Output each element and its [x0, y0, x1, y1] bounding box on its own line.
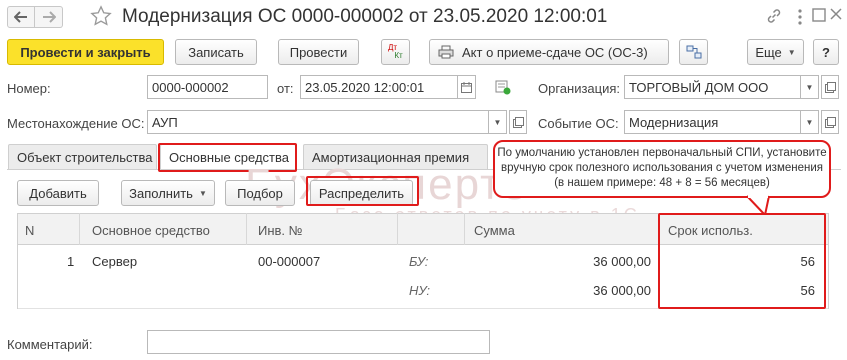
maximize-icon[interactable] — [812, 8, 828, 24]
row-asset-name: Сервер — [92, 254, 138, 269]
column-header-inv[interactable]: Инв. № — [258, 223, 303, 238]
row-term-nu[interactable]: 56 — [801, 283, 815, 298]
callout-line-3: (в нашем примере: 48 + 8 = 56 месяцев) — [554, 177, 770, 189]
open-window-icon — [512, 116, 524, 128]
event-label: Событие ОС: — [538, 116, 619, 131]
act-os3-button[interactable]: Акт о приеме-сдаче ОС (ОС-3) — [429, 39, 669, 65]
event-field[interactable]: Модернизация — [624, 110, 801, 134]
fill-button[interactable]: Заполнить ▼ — [121, 180, 215, 206]
column-header-asset[interactable]: Основное средство — [92, 223, 210, 238]
kebab-menu-icon[interactable] — [797, 8, 805, 26]
organization-dropdown-button[interactable]: ▼ — [801, 75, 819, 99]
structure-icon — [686, 45, 701, 59]
column-header-term[interactable]: Срок использ. — [668, 223, 753, 238]
column-divider — [464, 213, 465, 245]
number-label: Номер: — [7, 81, 51, 96]
chevron-down-icon: ▼ — [805, 82, 814, 92]
tab-fixed-assets[interactable]: Основные средства — [160, 144, 296, 169]
more-label: Еще — [755, 44, 782, 60]
dtkt-button[interactable]: Дт Кт — [381, 39, 410, 65]
row-inventory-number: 00-000007 — [258, 254, 321, 269]
column-divider — [659, 213, 660, 245]
arrow-right-icon — [42, 11, 56, 23]
date-field[interactable]: 23.05.2020 12:00:01 — [300, 75, 458, 99]
date-label: от: — [277, 81, 294, 96]
location-field[interactable]: АУП — [147, 110, 489, 134]
table-row[interactable]: 1 Сервер 00-000007 БУ: НУ: 36 000,00 36 … — [17, 245, 829, 309]
act-os3-label: Акт о приеме-сдаче ОС (ОС-3) — [462, 44, 648, 60]
row-term-bu[interactable]: 56 — [801, 254, 815, 269]
calendar-icon — [461, 81, 472, 93]
column-header-sum[interactable]: Сумма — [474, 223, 515, 238]
structure-button[interactable] — [679, 39, 708, 65]
document-status-icon — [495, 79, 511, 95]
forward-button[interactable] — [35, 6, 63, 28]
add-button[interactable]: Добавить — [17, 180, 99, 206]
column-divider — [246, 213, 247, 245]
row-sum-nu: 36 000,00 — [593, 283, 651, 298]
comment-label: Комментарий: — [7, 337, 93, 352]
tab-construction-object[interactable]: Объект строительства — [8, 144, 157, 169]
fill-label: Заполнить — [129, 185, 193, 201]
column-divider — [397, 213, 398, 245]
organization-label: Организация: — [538, 81, 621, 96]
arrow-left-icon — [14, 11, 27, 23]
number-field[interactable]: 0000-000002 — [147, 75, 268, 99]
distribute-button[interactable]: Распределить — [310, 180, 413, 206]
save-button[interactable]: Записать — [175, 39, 257, 65]
row-number: 1 — [67, 254, 75, 269]
column-divider — [79, 213, 80, 245]
select-button[interactable]: Подбор — [225, 180, 295, 206]
organization-open-button[interactable] — [821, 75, 839, 99]
back-button[interactable] — [7, 6, 35, 28]
row-label-bu: БУ: — [409, 254, 429, 269]
printer-icon — [438, 45, 454, 59]
location-dropdown-button[interactable]: ▼ — [489, 110, 507, 134]
event-dropdown-button[interactable]: ▼ — [801, 110, 819, 134]
organization-field[interactable]: ТОРГОВЫЙ ДОМ ООО — [624, 75, 801, 99]
tab-depreciation-bonus[interactable]: Амортизационная премия — [303, 144, 488, 169]
favorite-star-icon[interactable] — [90, 5, 114, 29]
post-and-close-button[interactable]: Провести и закрыть — [7, 39, 164, 65]
callout-note: По умолчанию установлен первоначальный С… — [493, 140, 831, 198]
help-button[interactable]: ? — [813, 39, 839, 65]
calendar-button[interactable] — [458, 75, 476, 99]
chevron-down-icon: ▼ — [787, 47, 796, 57]
open-window-icon — [824, 116, 836, 128]
open-window-icon — [824, 81, 836, 93]
comment-field[interactable] — [147, 330, 490, 354]
link-icon[interactable] — [766, 8, 784, 26]
location-open-button[interactable] — [509, 110, 527, 134]
row-sum-bu: 36 000,00 — [593, 254, 651, 269]
dtkt-bottom-label: Кт — [394, 51, 403, 60]
table-header: N Основное средство Инв. № Сумма Срок ис… — [17, 213, 829, 245]
callout-line-2: вручную срок полезного использования с у… — [500, 162, 824, 174]
chevron-down-icon: ▼ — [493, 117, 502, 127]
column-header-n[interactable]: N — [25, 223, 34, 238]
row-label-nu: НУ: — [409, 283, 431, 298]
event-open-button[interactable] — [821, 110, 839, 134]
close-icon[interactable] — [830, 8, 844, 24]
page-title: Модернизация ОС 0000-000002 от 23.05.202… — [122, 6, 608, 27]
chevron-down-icon: ▼ — [198, 188, 207, 198]
location-label: Местонахождение ОС: — [7, 116, 145, 131]
more-button[interactable]: Еще ▼ — [747, 39, 804, 65]
callout-line-1: По умолчанию установлен первоначальный С… — [497, 147, 827, 159]
post-button[interactable]: Провести — [278, 39, 359, 65]
chevron-down-icon: ▼ — [805, 117, 814, 127]
